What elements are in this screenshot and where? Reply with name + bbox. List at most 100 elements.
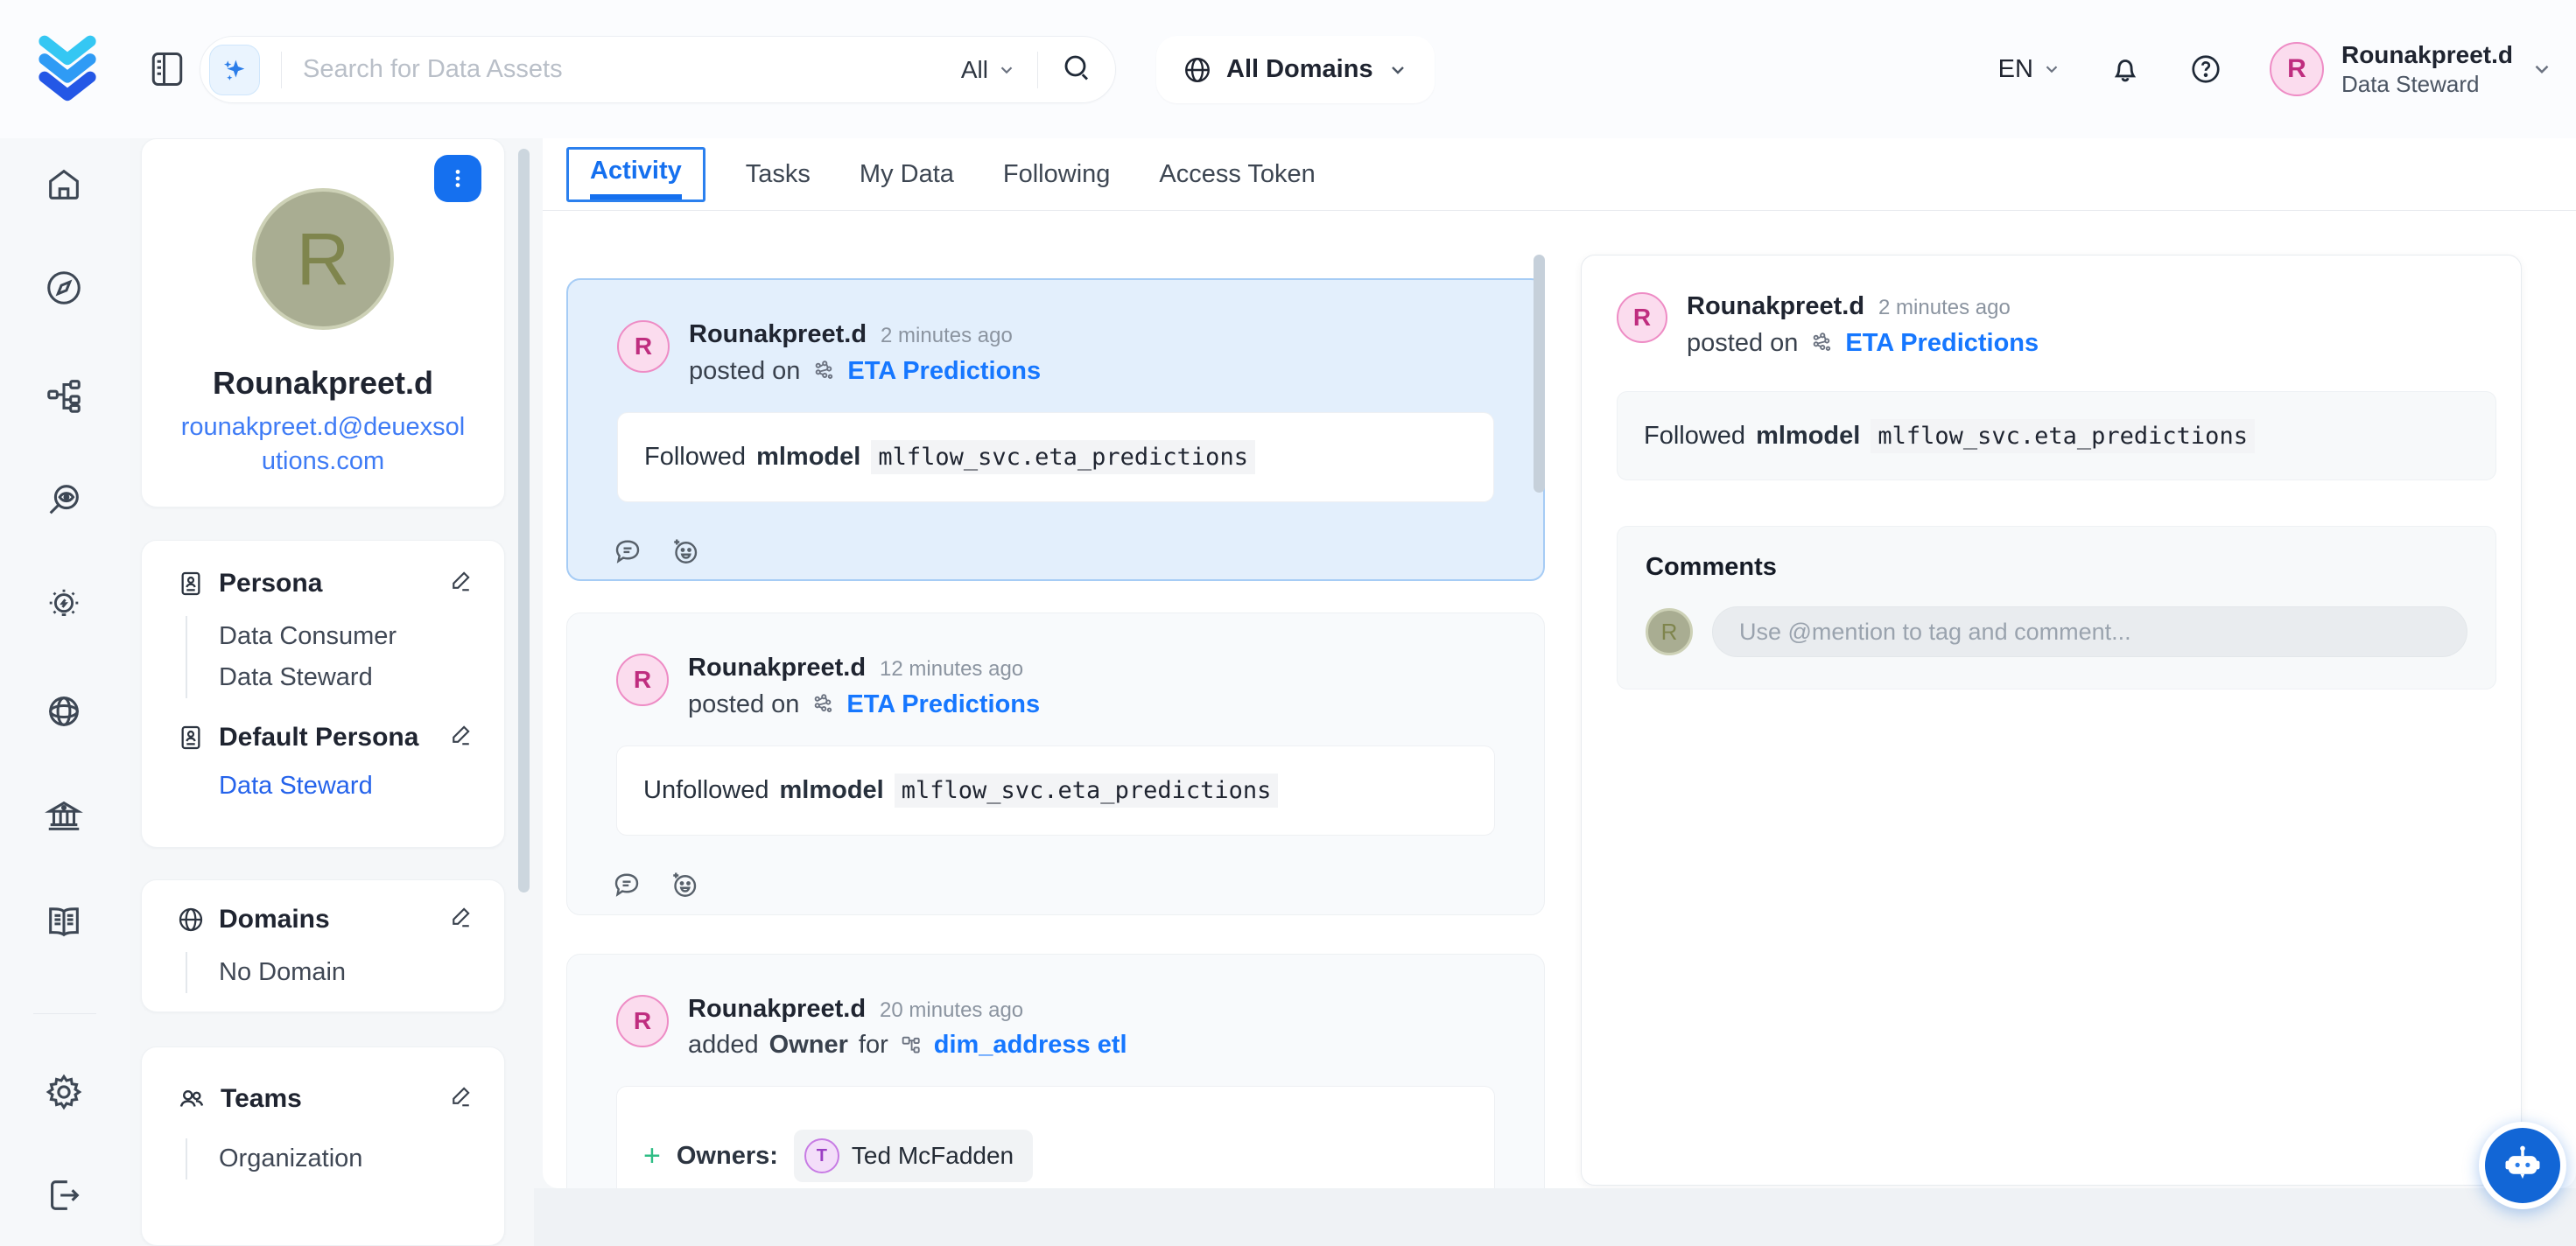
- post-time: 2 minutes ago: [881, 326, 1013, 346]
- persona-item: Data Steward: [219, 657, 474, 698]
- domain-item: No Domain: [219, 952, 474, 993]
- profile-email-link[interactable]: rounakpreet.d@deuexsolutions.com: [179, 410, 467, 479]
- nav-logout-icon[interactable]: [44, 1175, 84, 1220]
- avatar: R: [1617, 292, 1667, 343]
- avatar: T: [804, 1138, 839, 1173]
- search-input[interactable]: [303, 55, 961, 84]
- help-icon[interactable]: [2189, 52, 2222, 86]
- tab-access-token[interactable]: Access Token: [1159, 160, 1315, 189]
- owner-chip[interactable]: T Ted McFadden: [794, 1130, 1033, 1182]
- comments-section: Comments R: [1617, 526, 2496, 690]
- chevron-down-icon: [2042, 60, 2061, 79]
- tab-my-data[interactable]: My Data: [860, 160, 954, 189]
- edit-teams-icon[interactable]: [448, 1082, 474, 1116]
- comment-icon[interactable]: [612, 536, 643, 567]
- activity-card-selected[interactable]: R Rounakpreet.d 2 minutes ago posted on …: [566, 278, 1545, 581]
- post-body-code: mlflow_svc.eta_predictions: [895, 774, 1279, 808]
- post-action-suffix: for: [859, 1032, 888, 1058]
- post-target-link[interactable]: ETA Predictions: [846, 692, 1040, 718]
- post-body-prefix: Unfollowed: [643, 776, 769, 805]
- comments-title: Comments: [1646, 553, 2467, 582]
- nav-rail: [0, 138, 130, 1246]
- nav-insights-icon[interactable]: [44, 584, 84, 629]
- default-persona-icon: [177, 724, 205, 752]
- user-menu[interactable]: R Rounakpreet.d Data Steward: [2270, 39, 2553, 99]
- language-selector[interactable]: EN: [1998, 55, 2061, 84]
- post-action: posted on: [689, 359, 800, 384]
- persona-card: Persona Data Consumer Data Steward Defau…: [141, 540, 505, 848]
- post-author[interactable]: Rounakpreet.d: [689, 322, 867, 347]
- bottom-strip: [534, 1188, 2576, 1246]
- post-body-prefix: Followed: [644, 443, 746, 472]
- post-author[interactable]: Rounakpreet.d: [688, 997, 866, 1022]
- edit-persona-icon[interactable]: [448, 567, 474, 600]
- domains-selector[interactable]: All Domains: [1156, 36, 1435, 103]
- post-body-entity: mlmodel: [756, 443, 860, 472]
- default-persona-value[interactable]: Data Steward: [219, 772, 474, 801]
- nav-domains-icon[interactable]: [44, 691, 84, 736]
- chatbot-button[interactable]: [2479, 1122, 2566, 1209]
- post-target-link[interactable]: ETA Predictions: [1845, 331, 2039, 356]
- nav-glossary-icon[interactable]: [44, 901, 84, 946]
- user-role: Data Steward: [2341, 70, 2513, 99]
- divider: [33, 1013, 96, 1014]
- plus-icon: +: [643, 1139, 661, 1173]
- post-target-link[interactable]: ETA Predictions: [847, 359, 1041, 384]
- default-persona-title: Default Persona: [219, 723, 418, 752]
- nav-explore-icon[interactable]: [44, 268, 84, 312]
- teams-title: Teams: [221, 1084, 302, 1114]
- search-scope-dropdown[interactable]: All: [961, 56, 1016, 84]
- comment-input[interactable]: [1712, 606, 2467, 657]
- sidebar-toggle-icon[interactable]: [149, 49, 186, 94]
- nav-lineage-icon[interactable]: [44, 374, 84, 419]
- divider: [1037, 52, 1038, 88]
- search-icon[interactable]: [1061, 52, 1092, 88]
- globe-icon: [177, 906, 205, 934]
- add-reaction-icon[interactable]: [669, 869, 700, 900]
- post-action: posted on: [688, 692, 799, 718]
- comment-icon[interactable]: [611, 869, 642, 900]
- divider: [281, 52, 282, 88]
- nav-settings-icon[interactable]: [44, 1072, 84, 1116]
- tab-activity[interactable]: Activity: [566, 147, 705, 202]
- notifications-bell-icon[interactable]: [2109, 52, 2142, 86]
- profile-name: Rounakpreet.d: [142, 365, 504, 402]
- tab-bar: Activity Tasks My Data Following Access …: [543, 138, 2576, 211]
- post-author[interactable]: Rounakpreet.d: [688, 655, 866, 681]
- post-time: 20 minutes ago: [880, 1000, 1023, 1021]
- post-body-code: mlflow_svc.eta_predictions: [871, 440, 1255, 474]
- persona-title: Persona: [219, 569, 322, 598]
- profile-more-button[interactable]: [434, 155, 481, 202]
- feed-scrollbar[interactable]: [1534, 255, 1545, 493]
- activity-card[interactable]: R Rounakpreet.d 12 minutes ago posted on…: [566, 612, 1545, 915]
- post-body-code: mlflow_svc.eta_predictions: [1871, 419, 2255, 453]
- top-bar: All All Domains EN: [0, 0, 2576, 138]
- domains-list: No Domain: [186, 952, 474, 993]
- teams-icon: [177, 1084, 207, 1114]
- teams-card: Teams Organization: [141, 1046, 505, 1246]
- post-body: Unfollowed mlmodel mlflow_svc.eta_predic…: [616, 746, 1495, 836]
- nav-observability-icon[interactable]: [44, 480, 84, 524]
- avatar: R: [2270, 42, 2324, 96]
- avatar: R: [1646, 608, 1693, 655]
- post-body-entity: mlmodel: [1756, 422, 1860, 451]
- ai-sparkle-icon[interactable]: [209, 45, 260, 95]
- add-reaction-icon[interactable]: [670, 536, 701, 567]
- tab-tasks[interactable]: Tasks: [746, 160, 811, 189]
- thread-detail-panel: R Rounakpreet.d 2 minutes ago posted on …: [1581, 255, 2522, 1186]
- edit-domains-icon[interactable]: [448, 903, 474, 936]
- app-logo-icon[interactable]: [32, 32, 103, 108]
- nav-home-icon[interactable]: [44, 164, 84, 209]
- persona-list: Data Consumer Data Steward: [186, 616, 474, 698]
- nav-govern-icon[interactable]: [44, 796, 84, 841]
- chevron-down-icon: [1387, 60, 1408, 80]
- edit-default-persona-icon[interactable]: [448, 721, 474, 754]
- chevron-down-icon: [997, 60, 1016, 80]
- post-author[interactable]: Rounakpreet.d: [1687, 294, 1864, 319]
- post-target-link[interactable]: dim_address etl: [934, 1032, 1127, 1058]
- avatar: R: [616, 654, 669, 706]
- profile-card: R Rounakpreet.d rounakpreet.d@deuexsolut…: [141, 138, 505, 508]
- left-scrollbar[interactable]: [518, 149, 530, 892]
- post-action-bold: Owner: [769, 1032, 848, 1058]
- tab-following[interactable]: Following: [1003, 160, 1111, 189]
